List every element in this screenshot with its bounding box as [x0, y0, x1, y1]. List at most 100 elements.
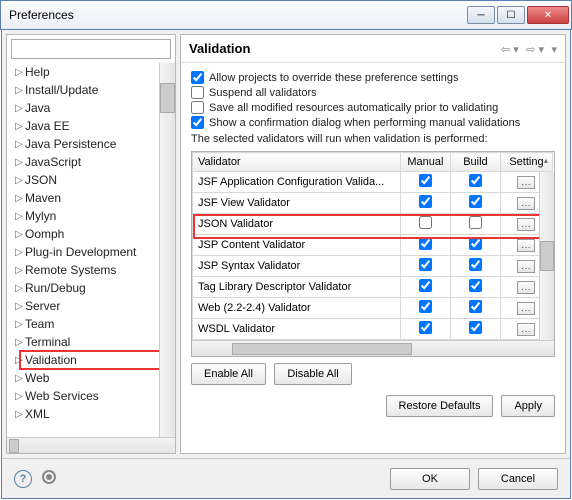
manual-checkbox[interactable] [419, 237, 432, 250]
tree-item-oomph[interactable]: ▷Oomph [7, 225, 175, 243]
tree-item-run-debug[interactable]: ▷Run/Debug [7, 279, 175, 297]
back-icon[interactable]: ⇦ ▾ [501, 44, 519, 56]
validators-table[interactable]: Validator Manual Build Setting JSF Appli… [192, 152, 554, 340]
table-horizontal-scrollbar[interactable] [192, 340, 554, 356]
validator-name: JSON Validator [193, 214, 401, 235]
settings-button[interactable]: ... [517, 239, 535, 252]
tree-item-java-persistence[interactable]: ▷Java Persistence [7, 135, 175, 153]
tree-item-plug-in-development[interactable]: ▷Plug-in Development [7, 243, 175, 261]
settings-button[interactable]: ... [517, 260, 535, 273]
chevron-right-icon: ▷ [13, 121, 25, 132]
tree-item-install-update[interactable]: ▷Install/Update [7, 81, 175, 99]
disable-all-button[interactable]: Disable All [274, 363, 351, 385]
settings-button[interactable]: ... [517, 323, 535, 336]
manual-checkbox[interactable] [419, 300, 432, 313]
tree-item-xml[interactable]: ▷XML [7, 405, 175, 423]
chevron-right-icon: ▷ [13, 211, 25, 222]
table-vertical-scrollbar[interactable] [539, 172, 554, 340]
tree-item-mylyn[interactable]: ▷Mylyn [7, 207, 175, 225]
record-icon[interactable] [42, 470, 56, 484]
build-checkbox[interactable] [469, 216, 482, 229]
tree-item-validation[interactable]: ▷Validation [7, 351, 175, 369]
table-row[interactable]: JSP Content Validator... [193, 235, 554, 256]
col-validator[interactable]: Validator [193, 153, 401, 172]
build-checkbox[interactable] [469, 321, 482, 334]
table-row[interactable]: Tag Library Descriptor Validator... [193, 277, 554, 298]
tree-vertical-scrollbar[interactable] [159, 63, 175, 437]
page-title: Validation [189, 41, 498, 56]
tree-item-maven[interactable]: ▷Maven [7, 189, 175, 207]
forward-icon[interactable]: ⇨ ▾ [526, 44, 544, 56]
minimize-button[interactable]: ─ [467, 6, 495, 24]
build-checkbox[interactable] [469, 237, 482, 250]
page-nav-icons: ⇦ ▾ ⇨ ▾ ▾ [498, 40, 557, 58]
enable-all-button[interactable]: Enable All [191, 363, 266, 385]
table-row[interactable]: WSDL Validator... [193, 319, 554, 340]
close-button[interactable]: ✕ [527, 6, 569, 24]
tree-item-team[interactable]: ▷Team [7, 315, 175, 333]
tree-item-web[interactable]: ▷Web [7, 369, 175, 387]
manual-checkbox[interactable] [419, 321, 432, 334]
table-row[interactable]: JSF View Validator... [193, 193, 554, 214]
table-row[interactable]: JSP Syntax Validator... [193, 256, 554, 277]
maximize-button[interactable]: ☐ [497, 6, 525, 24]
chevron-right-icon: ▷ [13, 355, 25, 366]
category-tree-panel: ▷Help▷Install/Update▷Java▷Java EE▷Java P… [6, 34, 176, 454]
category-tree[interactable]: ▷Help▷Install/Update▷Java▷Java EE▷Java P… [7, 63, 175, 437]
apply-button[interactable]: Apply [501, 395, 555, 417]
settings-button[interactable]: ... [517, 302, 535, 315]
validator-name: Web (2.2-2.4) Validator [193, 298, 401, 319]
filter-input[interactable] [11, 39, 171, 59]
tree-item-web-services[interactable]: ▷Web Services [7, 387, 175, 405]
suspend-checkbox[interactable]: Suspend all validators [191, 86, 555, 99]
tree-item-help[interactable]: ▷Help [7, 63, 175, 81]
titlebar[interactable]: Preferences ─ ☐ ✕ [0, 0, 572, 30]
manual-checkbox[interactable] [419, 258, 432, 271]
chevron-right-icon: ▷ [13, 373, 25, 384]
settings-button[interactable]: ... [517, 218, 535, 231]
ok-button[interactable]: OK [390, 468, 470, 490]
build-checkbox[interactable] [469, 195, 482, 208]
confirm-checkbox[interactable]: Show a confirmation dialog when performi… [191, 116, 555, 129]
manual-checkbox[interactable] [419, 195, 432, 208]
manual-checkbox[interactable] [419, 279, 432, 292]
table-row[interactable]: Web (2.2-2.4) Validator... [193, 298, 554, 319]
build-checkbox[interactable] [469, 300, 482, 313]
validator-name: JSF Application Configuration Valida... [193, 172, 401, 193]
tree-horizontal-scrollbar[interactable] [7, 437, 175, 453]
tree-item-java[interactable]: ▷Java [7, 99, 175, 117]
restore-defaults-button[interactable]: Restore Defaults [386, 395, 494, 417]
build-checkbox[interactable] [469, 174, 482, 187]
chevron-right-icon: ▷ [13, 301, 25, 312]
col-manual[interactable]: Manual [400, 153, 450, 172]
settings-button[interactable]: ... [517, 281, 535, 294]
table-row[interactable]: JSON Validator... [193, 214, 554, 235]
override-checkbox[interactable]: Allow projects to override these prefere… [191, 71, 555, 84]
chevron-right-icon: ▷ [13, 265, 25, 276]
menu-icon[interactable]: ▾ [551, 44, 557, 56]
tree-item-json[interactable]: ▷JSON [7, 171, 175, 189]
settings-button[interactable]: ... [517, 176, 535, 189]
preference-page: Validation ⇦ ▾ ⇨ ▾ ▾ Allow projects to o… [180, 34, 566, 454]
col-settings[interactable]: Setting [500, 153, 552, 172]
table-row[interactable]: JSF Application Configuration Valida....… [193, 172, 554, 193]
save-checkbox[interactable]: Save all modified resources automaticall… [191, 101, 555, 114]
build-checkbox[interactable] [469, 279, 482, 292]
manual-checkbox[interactable] [419, 216, 432, 229]
chevron-right-icon: ▷ [13, 85, 25, 96]
tree-item-remote-systems[interactable]: ▷Remote Systems [7, 261, 175, 279]
selected-validators-text: The selected validators will run when va… [191, 133, 555, 145]
validator-name: JSF View Validator [193, 193, 401, 214]
cancel-button[interactable]: Cancel [478, 468, 558, 490]
tree-item-server[interactable]: ▷Server [7, 297, 175, 315]
tree-item-java-ee[interactable]: ▷Java EE [7, 117, 175, 135]
col-build[interactable]: Build [450, 153, 500, 172]
help-icon[interactable]: ? [14, 470, 32, 488]
settings-button[interactable]: ... [517, 197, 535, 210]
chevron-right-icon: ▷ [13, 157, 25, 168]
tree-item-terminal[interactable]: ▷Terminal [7, 333, 175, 351]
build-checkbox[interactable] [469, 258, 482, 271]
manual-checkbox[interactable] [419, 174, 432, 187]
chevron-right-icon: ▷ [13, 337, 25, 348]
tree-item-javascript[interactable]: ▷JavaScript [7, 153, 175, 171]
